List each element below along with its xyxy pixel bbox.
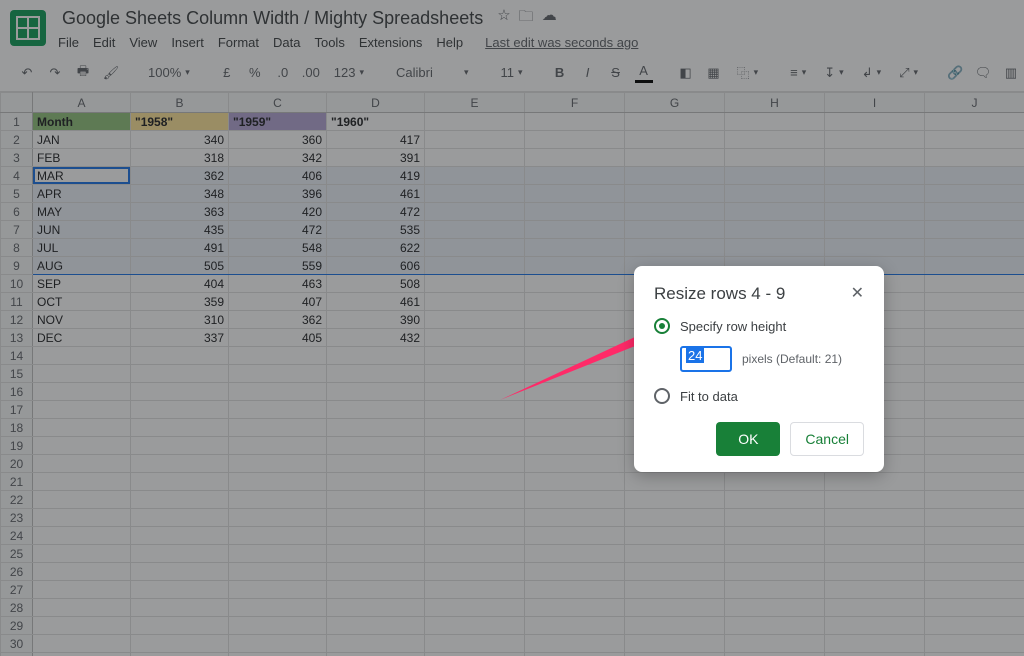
row-height-input[interactable]: 24 bbox=[680, 346, 732, 372]
resize-rows-dialog: Resize rows 4 - 9 ✕ Specify row height 2… bbox=[634, 266, 884, 472]
radio-unchecked-icon bbox=[654, 388, 670, 404]
row-height-suffix: pixels (Default: 21) bbox=[742, 352, 842, 366]
specify-height-radio[interactable]: Specify row height bbox=[654, 318, 864, 334]
cancel-button[interactable]: Cancel bbox=[790, 422, 864, 456]
close-icon[interactable]: ✕ bbox=[851, 286, 864, 302]
radio-checked-icon bbox=[654, 318, 670, 334]
specify-height-label: Specify row height bbox=[680, 319, 786, 334]
ok-button[interactable]: OK bbox=[716, 422, 780, 456]
dialog-title: Resize rows 4 - 9 bbox=[654, 284, 785, 304]
fit-to-data-radio[interactable]: Fit to data bbox=[654, 388, 864, 404]
fit-to-data-label: Fit to data bbox=[680, 389, 738, 404]
